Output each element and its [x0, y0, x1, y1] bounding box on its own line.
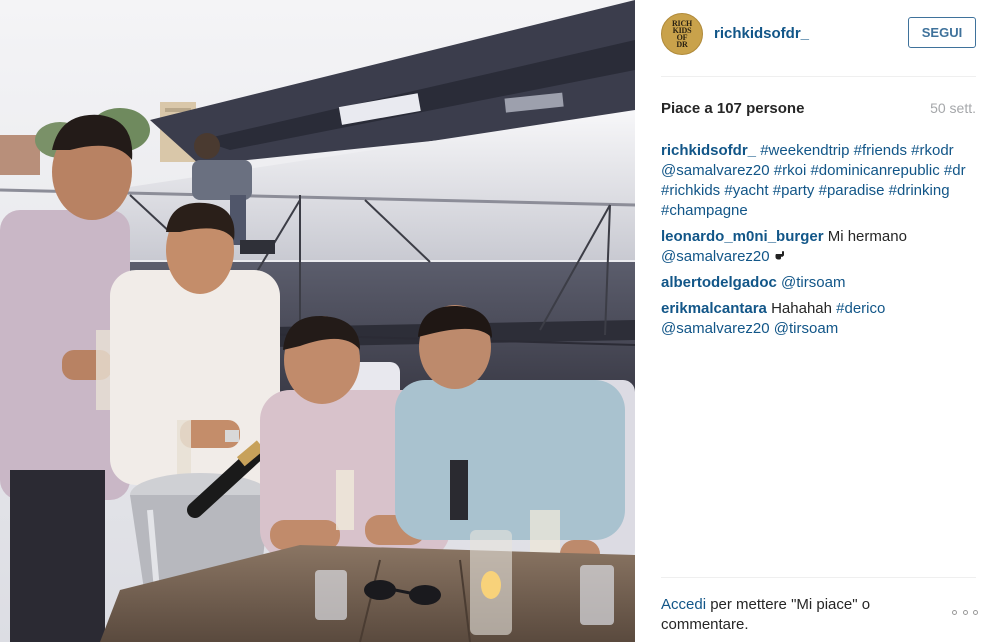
comment: richkidsofdr_ #weekendtrip #friends #rko… [661, 141, 973, 221]
comment-hashtag-link[interactable]: #derico [836, 300, 885, 317]
footer-divider [661, 577, 976, 578]
post-photo[interactable] [0, 0, 635, 642]
header-divider [661, 76, 976, 77]
post-header: RICH KIDS OF DR richkidsofdr_ SEGUI [661, 12, 976, 56]
more-dot [973, 609, 978, 615]
comments-list: richkidsofdr_ #weekendtrip #friends #rko… [661, 141, 973, 345]
comment-hashtag-link[interactable]: #paradise [819, 182, 885, 199]
follow-button[interactable]: SEGUI [908, 17, 976, 48]
comment-hashtag-link[interactable]: #party [773, 182, 815, 199]
instagram-post: RICH KIDS OF DR richkidsofdr_ SEGUI Piac… [0, 0, 990, 642]
likes-count[interactable]: Piace a 107 persone [661, 100, 804, 117]
comment-hashtag-link[interactable]: #champagne [661, 202, 748, 219]
comment-username[interactable]: richkidsofdr_ [661, 142, 756, 159]
comment-text: Mi hermano [827, 228, 907, 245]
more-options-icon[interactable] [952, 608, 978, 616]
comment-text: Hahahah [771, 300, 832, 317]
more-dot [952, 609, 957, 615]
comment-hashtag-link[interactable]: #rkoi [774, 162, 807, 179]
comment-username[interactable]: albertodelgadoc [661, 274, 777, 291]
comment-hashtag-link[interactable]: #richkids [661, 182, 720, 199]
comment-hashtag-link[interactable]: #rkodr [911, 142, 954, 159]
post-sidebar: RICH KIDS OF DR richkidsofdr_ SEGUI Piac… [635, 0, 990, 642]
login-prompt: Accedi per mettere "Mi piace" o commenta… [661, 595, 921, 635]
comment-hashtag-link[interactable]: @tirsoam [774, 320, 838, 337]
comment-username[interactable]: leonardo_m0ni_burger [661, 228, 824, 245]
comment-hashtag-link[interactable]: @samalvarez20 [661, 320, 770, 337]
comment-hashtag-link[interactable]: #drinking [889, 182, 950, 199]
comment-hashtag-link[interactable]: #yacht [724, 182, 768, 199]
more-dot [962, 609, 968, 615]
comment: leonardo_m0ni_burger Mi hermano @samalva… [661, 227, 973, 267]
pointing-hand-icon [775, 251, 784, 260]
comment: erikmalcantara Hahahah #derico @samalvar… [661, 299, 973, 339]
comment-hashtag-link[interactable]: #friends [854, 142, 907, 159]
comment-hashtag-link[interactable]: @samalvarez20 [661, 248, 770, 265]
comment-hashtag-link[interactable]: @tirsoam [781, 274, 845, 291]
avatar[interactable]: RICH KIDS OF DR [661, 13, 703, 55]
comment-hashtag-link[interactable]: #dr [944, 162, 966, 179]
comment-username[interactable]: erikmalcantara [661, 300, 767, 317]
yacht-party-photo [0, 0, 635, 642]
avatar-logo-line: DR [676, 40, 688, 49]
comment-hashtag-link[interactable]: #weekendtrip [760, 142, 849, 159]
login-link[interactable]: Accedi [661, 596, 706, 613]
post-author-username[interactable]: richkidsofdr_ [714, 25, 809, 42]
post-age[interactable]: 50 sett. [930, 100, 976, 116]
comment-hashtag-link[interactable]: @samalvarez20 [661, 162, 770, 179]
comment: albertodelgadoc @tirsoam [661, 273, 973, 293]
comment-hashtag-link[interactable]: #dominicanrepublic [810, 162, 939, 179]
